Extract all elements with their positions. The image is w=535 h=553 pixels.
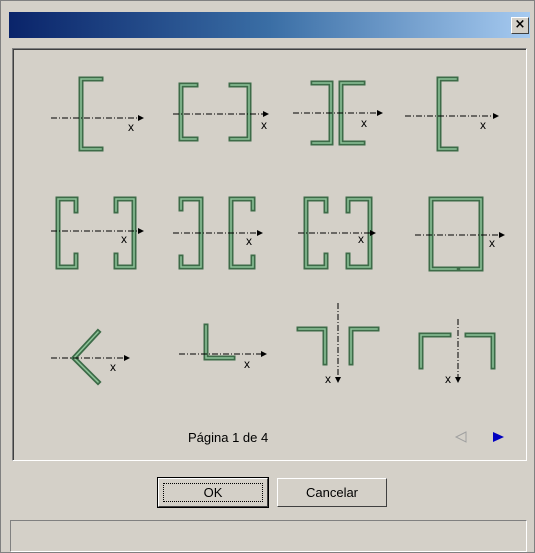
c-shape-left-icon: x [51,76,144,152]
c-pair-back-icon: x [293,80,383,146]
c-shape-right-icon: x [405,76,499,152]
title-bar[interactable] [9,12,530,38]
lipped-c-pair-back-icon: x [173,196,263,270]
section-c-pair-back[interactable]: x [291,71,391,161]
cancel-button[interactable]: Cancelar [277,478,387,507]
section-lipped-c-pair-facing-2[interactable]: x [296,191,396,281]
svg-text:x: x [489,236,495,250]
section-double-angle-t[interactable]: x [291,301,391,391]
section-angle-l[interactable]: x [171,316,271,406]
triangle-left-icon[interactable] [454,430,468,444]
status-bar [10,520,527,552]
section-angle-v[interactable]: x [46,316,146,406]
svg-text:x: x [325,372,331,386]
svg-text:x: x [246,234,252,248]
svg-text:x: x [110,360,116,374]
svg-text:x: x [445,372,451,386]
section-hat-section[interactable]: x [411,301,511,391]
triangle-right-icon[interactable] [491,430,505,444]
closed-box-icon: x [415,196,505,272]
svg-text:x: x [480,118,486,132]
section-closed-box[interactable]: x [411,191,511,281]
svg-text:x: x [361,116,367,130]
section-lipped-c-pair-back[interactable]: x [171,191,271,281]
section-c-pair-facing[interactable]: x [171,71,271,161]
lipped-c-pair-facing-2-icon: x [298,196,376,270]
focus-rect [163,483,263,502]
lipped-c-pair-facing-icon: x [51,196,144,270]
ok-button[interactable]: OK [158,478,268,507]
cancel-label: Cancelar [305,485,359,500]
svg-text:x: x [358,232,364,246]
svg-text:x: x [244,357,250,371]
close-button[interactable]: × [511,17,529,34]
svg-text:x: x [121,232,127,246]
page-indicator: Página 1 de 4 [188,430,269,445]
section-c-shape-left[interactable]: x [46,71,146,161]
c-pair-facing-icon: x [173,82,269,142]
angle-l-icon: x [179,323,267,371]
section-c-shape-right[interactable]: x [401,71,501,161]
angle-v-icon: x [51,328,130,386]
section-lipped-c-pair-facing[interactable]: x [46,191,146,281]
profile-dialog: × x x x x x x x x x x x x Página 1 de 4 … [0,0,535,553]
hat-section-icon: x [418,319,496,386]
svg-text:x: x [128,120,134,134]
double-angle-t-icon: x [296,303,380,386]
svg-text:x: x [261,118,267,132]
